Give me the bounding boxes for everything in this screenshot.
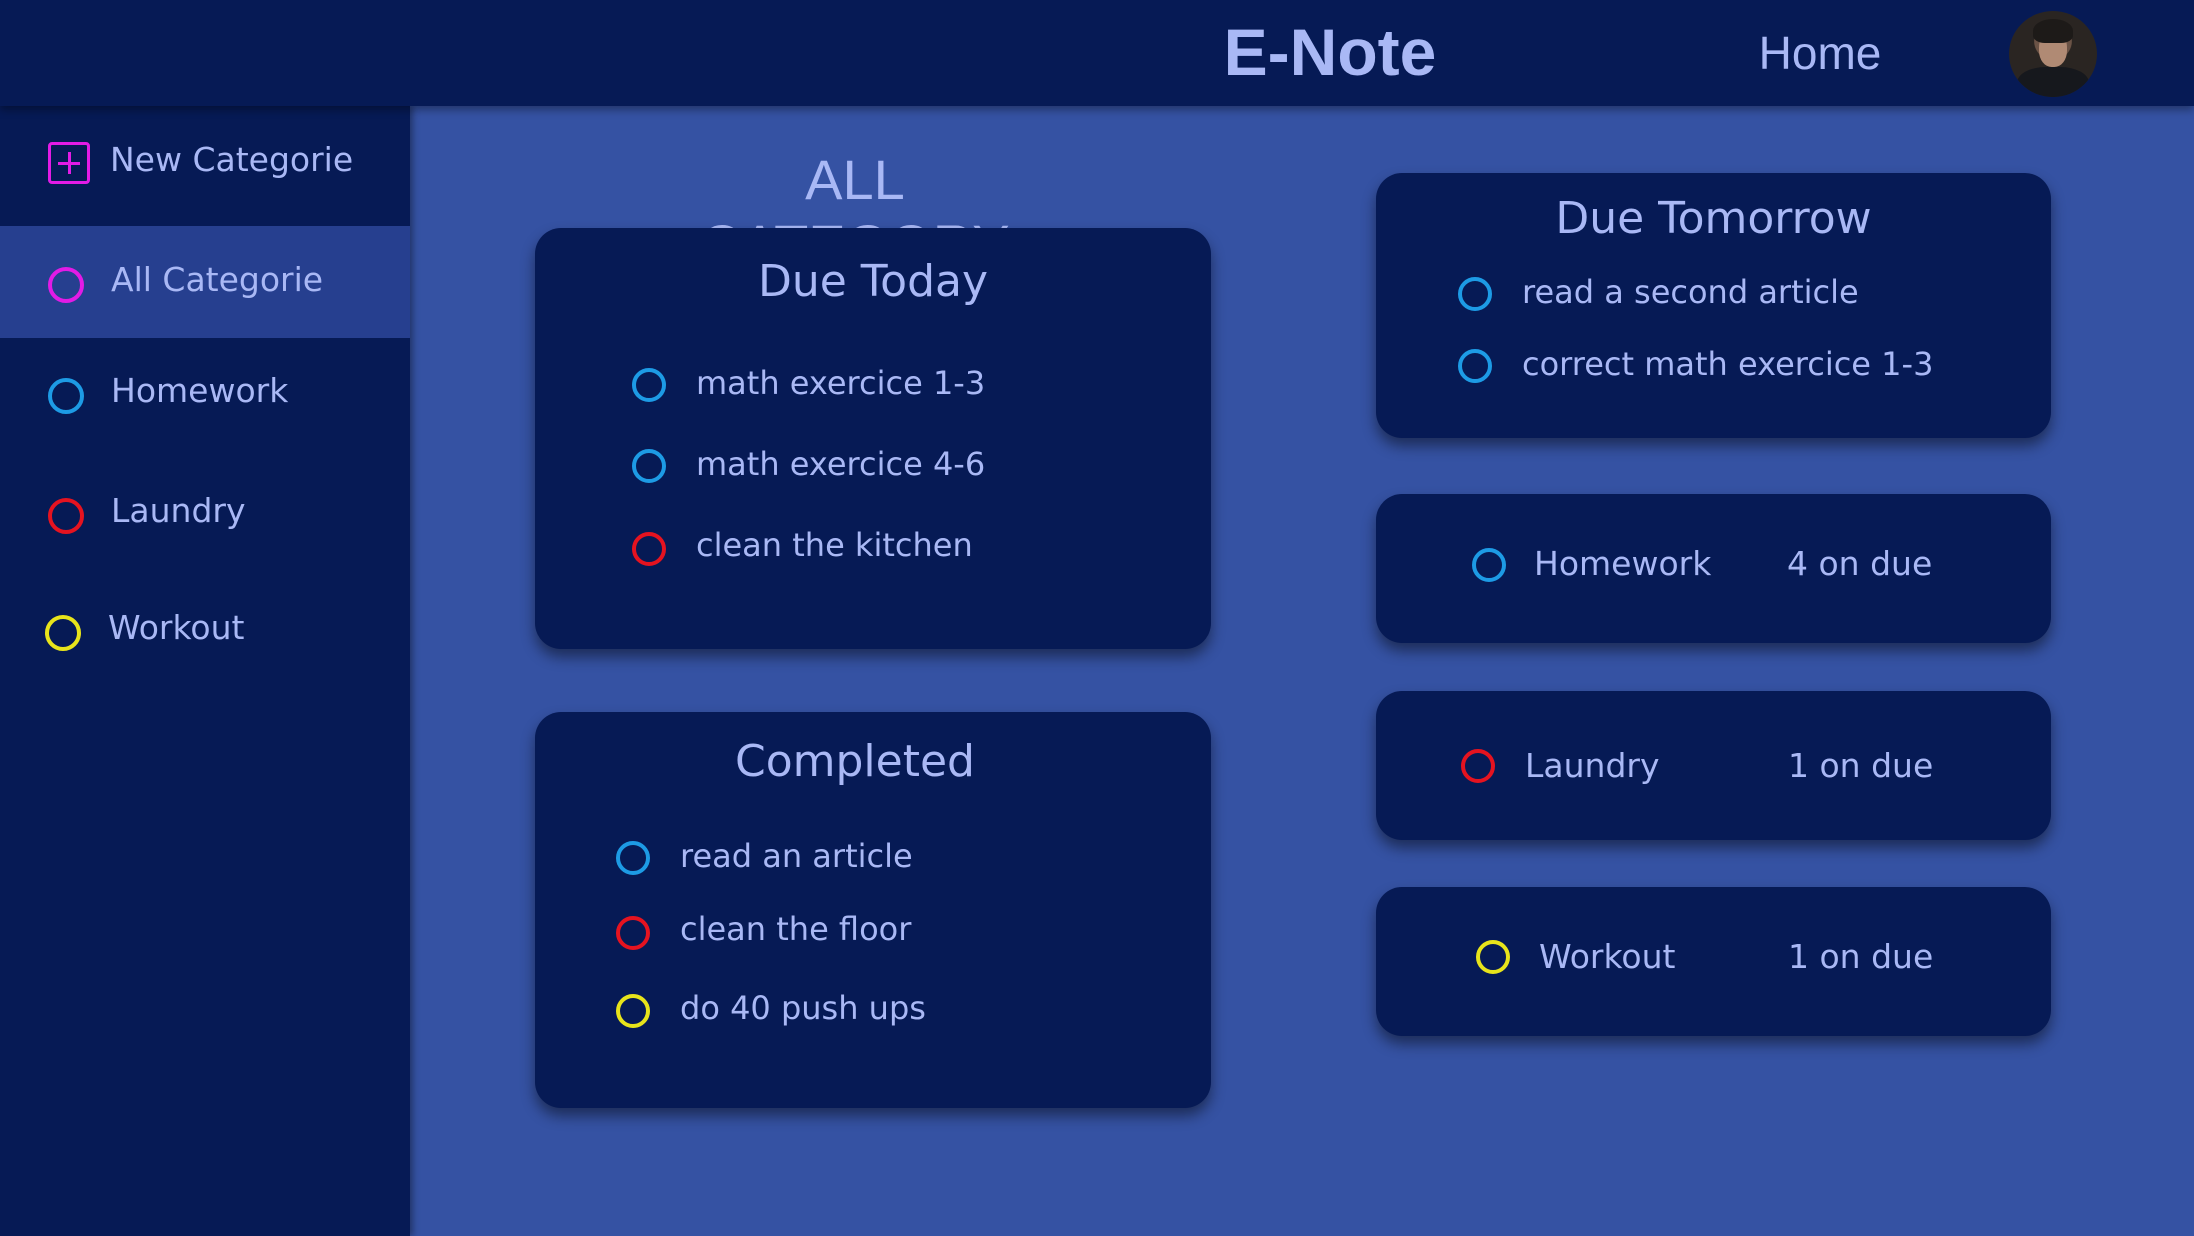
- sidebar-item-laundry[interactable]: Laundry: [0, 457, 410, 569]
- due-today-card: Due Today math exercice 1-3 math exercic…: [535, 228, 1211, 649]
- yellow-ring-icon: [1476, 940, 1510, 974]
- sidebar-item-label: Workout: [108, 608, 245, 647]
- task-text: do 40 push ups: [680, 989, 926, 1027]
- sidebar: New Categorie All Categorie Homework Lau…: [0, 106, 410, 1236]
- top-header: E-Note Home: [0, 0, 2194, 106]
- red-ring-icon: [48, 498, 84, 534]
- blue-ring-icon[interactable]: [632, 449, 666, 483]
- category-name: Laundry: [1525, 746, 1660, 785]
- red-ring-icon[interactable]: [616, 916, 650, 950]
- red-ring-icon: [1461, 749, 1495, 783]
- new-category-button[interactable]: New Categorie: [0, 106, 410, 218]
- task-text: correct math exercice 1-3: [1522, 345, 1934, 383]
- card-title: Due Today: [757, 256, 989, 307]
- blue-ring-icon[interactable]: [1458, 349, 1492, 383]
- sidebar-item-label: Laundry: [111, 491, 246, 530]
- completed-card: Completed read an article clean the floo…: [535, 712, 1211, 1108]
- red-ring-icon[interactable]: [632, 532, 666, 566]
- category-name: Workout: [1539, 937, 1676, 976]
- avatar-body-shape: [2017, 67, 2089, 97]
- category-summary-row[interactable]: Laundry 1 on due: [1376, 691, 2051, 840]
- blue-ring-icon[interactable]: [616, 841, 650, 875]
- blue-ring-icon: [48, 378, 84, 414]
- category-due-count: 4 on due: [1787, 544, 1933, 583]
- task-text: read an article: [680, 837, 913, 875]
- new-category-label: New Categorie: [110, 140, 354, 179]
- category-summary-row[interactable]: Homework 4 on due: [1376, 494, 2051, 643]
- task-text: math exercice 4-6: [696, 445, 986, 483]
- sidebar-item-label: Homework: [111, 371, 289, 410]
- workout-summary-card[interactable]: Workout 1 on due: [1376, 887, 2051, 1036]
- sidebar-item-homework[interactable]: Homework: [0, 337, 410, 449]
- task-text: math exercice 1-3: [696, 364, 986, 402]
- blue-ring-icon: [1472, 548, 1506, 582]
- sidebar-item-label: All Categorie: [111, 260, 324, 299]
- category-due-count: 1 on due: [1788, 937, 1934, 976]
- blue-ring-icon[interactable]: [1458, 277, 1492, 311]
- task-text: clean the floor: [680, 910, 912, 948]
- app-title: E-Note: [1223, 15, 1437, 89]
- category-summary-row[interactable]: Workout 1 on due: [1376, 887, 2051, 1036]
- task-text: read a second article: [1522, 273, 1859, 311]
- card-title: Due Tomorrow: [1555, 193, 1872, 244]
- due-tomorrow-card: Due Tomorrow read a second article corre…: [1376, 173, 2051, 438]
- user-avatar[interactable]: [2009, 11, 2097, 97]
- task-text: clean the kitchen: [696, 526, 973, 564]
- blue-ring-icon[interactable]: [632, 368, 666, 402]
- yellow-ring-icon[interactable]: [616, 994, 650, 1028]
- avatar-hair-shape: [2033, 19, 2073, 43]
- category-name: Homework: [1534, 544, 1712, 583]
- plus-box-icon: [48, 142, 90, 184]
- category-due-count: 1 on due: [1788, 746, 1934, 785]
- sidebar-item-all-categorie[interactable]: All Categorie: [0, 226, 410, 338]
- magenta-ring-icon: [48, 267, 84, 303]
- card-title: Completed: [735, 736, 975, 787]
- home-link[interactable]: Home: [1740, 26, 1900, 80]
- laundry-summary-card[interactable]: Laundry 1 on due: [1376, 691, 2051, 840]
- homework-summary-card[interactable]: Homework 4 on due: [1376, 494, 2051, 643]
- yellow-ring-icon: [45, 615, 81, 651]
- sidebar-item-workout[interactable]: Workout: [0, 574, 410, 686]
